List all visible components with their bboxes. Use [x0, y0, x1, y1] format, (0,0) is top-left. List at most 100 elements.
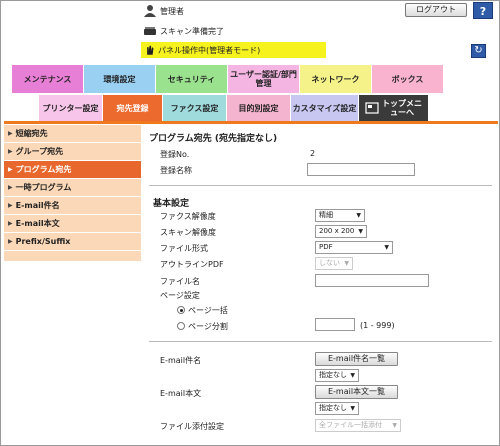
bullet-arrow-icon: ▶	[8, 147, 13, 155]
page-split-option[interactable]: ページ分割	[177, 321, 228, 332]
sub-tab[interactable]: ファクス設定	[163, 95, 227, 121]
main-tab[interactable]: ボックス	[372, 65, 444, 93]
main-tab[interactable]: セキュリティ	[156, 65, 228, 93]
fax-res-select[interactable]: 精細 ▼	[315, 209, 365, 222]
scan-status-text: スキャン準備完了	[160, 26, 224, 36]
tab-divider-bar	[4, 121, 498, 124]
reg-name-label: 登録名称	[160, 166, 192, 175]
reg-name-input[interactable]	[307, 163, 415, 176]
dropdown-arrow-icon: ▼	[350, 405, 355, 412]
sidebar-item[interactable]: ▶ E-mail件名	[4, 197, 141, 215]
hand-icon	[147, 45, 154, 55]
scan-status: スキャン準備完了	[143, 24, 224, 38]
file-name-input[interactable]	[315, 274, 429, 287]
outline-pdf-label: アウトラインPDF	[160, 260, 224, 269]
logout-button[interactable]: ログアウト	[405, 3, 467, 17]
main-tab[interactable]: ネットワーク	[300, 65, 372, 93]
dropdown-arrow-icon: ▼	[350, 372, 355, 379]
main-tabs: メンテナンス 環境設定 セキュリティ ユーザー認証/部門管理 ネットワーク ボックス	[12, 65, 444, 93]
page-frame: 管理者 スキャン準備完了 パネル操作中(管理者モード) ログアウト ? ↻ メン…	[0, 0, 500, 446]
fax-res-value: 精細	[319, 211, 333, 219]
sidebar-item[interactable]: ▶ 短縮宛先	[4, 125, 141, 143]
top-menu-icon	[365, 102, 379, 114]
email-body-list-button[interactable]: E-mail本文一覧	[315, 385, 398, 399]
dropdown-arrow-icon: ▼	[344, 260, 349, 267]
admin-icon	[144, 5, 156, 17]
file-name-label: ファイル名	[160, 277, 200, 286]
page-batch-option[interactable]: ページ一括	[177, 305, 228, 316]
page-setting-label: ページ設定	[160, 291, 200, 300]
bullet-arrow-icon: ▶	[8, 165, 13, 173]
email-subject-select[interactable]: 指定なし ▼	[315, 369, 359, 382]
page-split-range: (1 - 999)	[360, 321, 395, 330]
page-split-label: ページ分割	[188, 322, 228, 331]
file-type-select[interactable]: PDF ▼	[315, 241, 393, 254]
sidebar-item-label: E-mail本文	[15, 218, 60, 228]
email-subject-value: 指定なし	[319, 371, 347, 379]
bullet-arrow-icon: ▶	[8, 237, 13, 245]
sub-tabs: プリンター設定 宛先登録 ファクス設定 目的別設定 カスタマイズ設定 トップメニューへ	[39, 95, 429, 121]
sidebar: ▶ 短縮宛先 ▶ グループ宛先 ▶ プログラム宛先 ▶ 一時プログラム ▶ E-mail件名 ▶ E-…	[4, 125, 141, 261]
scan-res-value: 200 x 200	[319, 227, 355, 235]
section-divider	[149, 185, 492, 186]
sub-tab[interactable]: 目的別設定	[227, 95, 291, 121]
scan-res-label: スキャン解像度	[160, 228, 216, 237]
file-type-label: ファイル形式	[160, 244, 208, 253]
attach-setting-select[interactable]: 全ファイル一括添付 ▼	[315, 419, 401, 432]
sidebar-item[interactable]: ▶ Prefix/Suffix	[4, 233, 141, 251]
page-split-radio[interactable]	[177, 322, 185, 330]
sub-tab[interactable]: トップメニューへ	[359, 95, 429, 121]
sidebar-item[interactable]: ▶ 一時プログラム	[4, 179, 141, 197]
main-tab[interactable]: メンテナンス	[12, 65, 84, 93]
email-body-select[interactable]: 指定なし ▼	[315, 402, 359, 415]
help-button[interactable]: ?	[473, 2, 493, 19]
admin-mode-text: パネル操作中(管理者モード)	[158, 45, 261, 55]
fax-res-label: ファクス解像度	[160, 212, 216, 221]
bullet-arrow-icon: ▶	[8, 201, 13, 209]
sidebar-item-label: 短縮宛先	[15, 128, 48, 138]
user-indicator: 管理者	[143, 4, 184, 18]
bullet-arrow-icon: ▶	[8, 129, 13, 137]
sidebar-item[interactable]: ▶ グループ宛先	[4, 143, 141, 161]
main-tab[interactable]: ユーザー認証/部門管理	[228, 65, 300, 93]
email-body-label: E-mail本文	[160, 389, 202, 398]
page-split-input[interactable]	[315, 318, 355, 331]
reg-no-value: 2	[310, 149, 316, 158]
bullet-arrow-icon: ▶	[8, 219, 13, 227]
sidebar-item-label: プログラム宛先	[15, 164, 72, 174]
attach-setting-value: 全ファイル一括添付	[319, 421, 382, 429]
email-subject-list-button[interactable]: E-mail件名一覧	[315, 352, 398, 366]
section-divider	[149, 341, 492, 342]
page-batch-label: ページ一括	[188, 306, 228, 315]
sub-tab[interactable]: プリンター設定	[39, 95, 103, 121]
attach-setting-label: ファイル添付設定	[160, 422, 224, 431]
sub-tab-label: トップメニューへ	[382, 99, 422, 117]
email-subject-label: E-mail件名	[160, 356, 202, 365]
file-type-value: PDF	[319, 243, 333, 251]
main-tab[interactable]: 環境設定	[84, 65, 156, 93]
dropdown-arrow-icon: ▼	[384, 244, 389, 251]
sub-tab[interactable]: 宛先登録	[103, 95, 163, 121]
sidebar-item[interactable]: ▶ E-mail本文	[4, 215, 141, 233]
reg-no-label: 登録No.	[160, 150, 190, 159]
bullet-arrow-icon: ▶	[8, 183, 13, 191]
sidebar-item-label: Prefix/Suffix	[15, 236, 71, 246]
sub-tab[interactable]: カスタマイズ設定	[291, 95, 359, 121]
email-body-value: 指定なし	[319, 404, 347, 412]
admin-mode-banner: パネル操作中(管理者モード)	[141, 42, 326, 58]
dropdown-arrow-icon: ▼	[358, 228, 363, 235]
sidebar-item[interactable]: ▶ プログラム宛先	[4, 161, 141, 179]
dropdown-arrow-icon: ▼	[356, 212, 361, 219]
outline-pdf-value: しない	[319, 259, 340, 267]
page-title: プログラム宛先 (宛先指定なし)	[149, 134, 278, 144]
basic-settings-title: 基本設定	[153, 199, 190, 209]
scanner-icon	[144, 27, 156, 35]
sidebar-item-label: E-mail件名	[15, 200, 60, 210]
sidebar-item-label: 一時プログラム	[15, 182, 72, 192]
outline-pdf-select[interactable]: しない ▼	[315, 257, 353, 270]
dropdown-arrow-icon: ▼	[392, 422, 397, 429]
refresh-button[interactable]: ↻	[471, 44, 486, 58]
sidebar-item-label: グループ宛先	[15, 146, 64, 156]
scan-res-select[interactable]: 200 x 200 ▼	[315, 225, 367, 238]
page-batch-radio[interactable]	[177, 306, 185, 314]
